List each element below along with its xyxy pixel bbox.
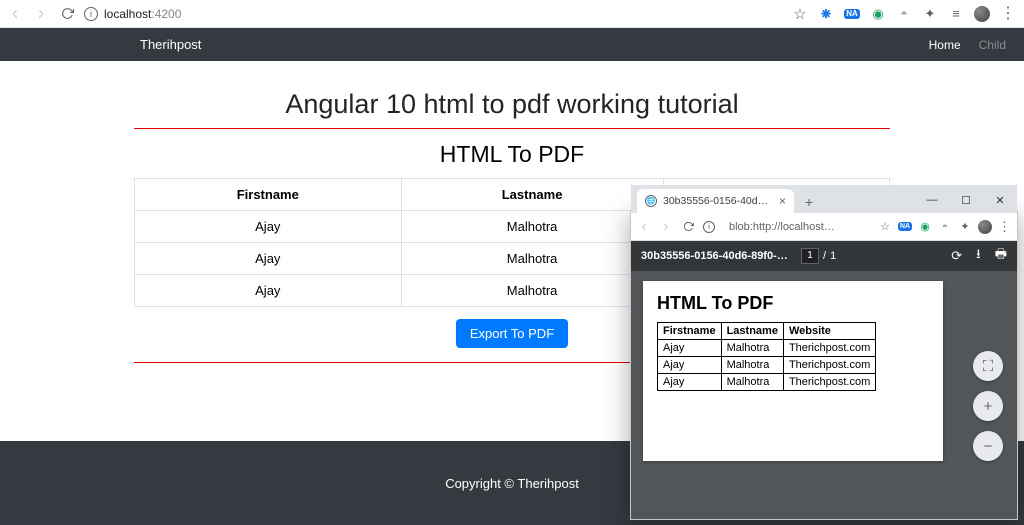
url-host: localhost (104, 7, 151, 21)
rotate-icon[interactable]: ⟳ (951, 248, 962, 264)
reading-list-icon[interactable]: ≡ (948, 6, 964, 22)
pdf-toolbar: 30b35556-0156-40d6-89f0-33d7… 1 / 1 ⟳ ⭳ … (631, 241, 1017, 271)
extension-icon[interactable]: ❋ (818, 6, 834, 22)
window-minimize-button[interactable]: — (915, 187, 949, 213)
back-icon[interactable] (8, 7, 22, 21)
popup-window: 🌐 30b35556-0156-40d6-89f0-33d × + — ☐ ✕ … (630, 210, 1018, 520)
table-row: Ajay Malhotra Therichpost.com (658, 357, 876, 374)
table-row: Ajay Malhotra Therichpost.com (658, 374, 876, 391)
cell: Ajay (135, 275, 402, 307)
pdf-filename: 30b35556-0156-40d6-89f0-33d7… (641, 250, 791, 262)
pdf-viewport[interactable]: HTML To PDF Firstname Lastname Website A… (631, 271, 1017, 519)
popup-tab[interactable]: 🌐 30b35556-0156-40d6-89f0-33d × (637, 189, 794, 213)
cell: Malhotra (401, 243, 663, 275)
print-icon[interactable]: 🖶 (995, 245, 1007, 267)
new-tab-button[interactable]: + (798, 191, 820, 213)
shield-icon[interactable]: ◓ (938, 220, 952, 234)
col-lastname: Lastname (401, 179, 663, 211)
browser-menu-icon[interactable]: ⋮ (1000, 6, 1016, 22)
cell: Malhotra (721, 374, 783, 391)
cell: Malhotra (401, 275, 663, 307)
brand-label[interactable]: Therihpost (140, 37, 201, 52)
popup-tab-title: 30b35556-0156-40d6-89f0-33d (663, 195, 773, 207)
pdf-page-indicator: 1 / 1 (801, 248, 836, 264)
browser-menu-icon[interactable]: ⋮ (998, 220, 1011, 233)
cell: Ajay (658, 374, 722, 391)
pdf-paper: HTML To PDF Firstname Lastname Website A… (643, 281, 943, 461)
nav-link-child[interactable]: Child (979, 38, 1006, 52)
extension-icon-2[interactable]: ◉ (918, 220, 932, 234)
pdf-page-current[interactable]: 1 (801, 248, 819, 264)
site-info-icon[interactable]: i (84, 7, 98, 21)
extension-badge-icon[interactable]: NA (898, 220, 912, 234)
cell: Lastname (721, 323, 783, 340)
page-title: Angular 10 html to pdf working tutorial (70, 89, 954, 120)
window-close-button[interactable]: ✕ (983, 187, 1017, 213)
popup-address-bar: i blob:http://localhost… ☆ NA ◉ ◓ ✦ ⋮ (631, 213, 1017, 241)
browser-toolbar: i localhost:4200 ☆ ❋ NA ◉ ◓ ✦ ≡ ⋮ (0, 0, 1024, 28)
extensions-icon[interactable]: ✦ (922, 6, 938, 22)
cell: Malhotra (721, 357, 783, 374)
profile-avatar[interactable] (974, 6, 990, 22)
col-firstname: Firstname (135, 179, 402, 211)
cell: Malhotra (721, 340, 783, 357)
bookmark-star-icon[interactable]: ☆ (792, 6, 808, 22)
window-maximize-button[interactable]: ☐ (949, 187, 983, 213)
pdf-heading: HTML To PDF (657, 293, 929, 314)
site-info-icon[interactable]: i (703, 221, 715, 233)
cell: Malhotra (401, 211, 663, 243)
forward-icon[interactable] (659, 220, 673, 234)
pdf-page-total: 1 (830, 250, 836, 262)
extension-icon-2[interactable]: ◉ (870, 6, 886, 22)
bookmark-star-icon[interactable]: ☆ (878, 220, 892, 234)
cell: Ajay (658, 357, 722, 374)
forward-icon[interactable] (34, 7, 48, 21)
back-icon[interactable] (637, 220, 651, 234)
extension-badge-icon[interactable]: NA (844, 6, 860, 22)
divider (134, 128, 890, 129)
cell: Therichpost.com (783, 340, 875, 357)
cell: Ajay (135, 243, 402, 275)
pdf-table: Firstname Lastname Website Ajay Malhotra… (657, 322, 876, 391)
cell: Therichpost.com (783, 357, 875, 374)
profile-avatar[interactable] (978, 220, 992, 234)
zoom-out-button[interactable]: − (973, 431, 1003, 461)
cell: Ajay (135, 211, 402, 243)
popup-tabstrip: 🌐 30b35556-0156-40d6-89f0-33d × + — ☐ ✕ (631, 185, 1017, 213)
download-icon[interactable]: ⭳ (976, 245, 981, 267)
pdf-zoom-controls: ⛶ + − (973, 351, 1003, 461)
pdf-page-sep: / (823, 250, 826, 262)
popup-url[interactable]: blob:http://localhost… (729, 221, 870, 233)
page-subtitle: HTML To PDF (70, 141, 954, 168)
app-navbar: Therihpost Home Child (0, 28, 1024, 61)
shield-icon[interactable]: ◓ (896, 6, 912, 22)
zoom-in-button[interactable]: + (973, 391, 1003, 421)
footer-text: Copyright © Therihpost (445, 476, 579, 491)
globe-icon: 🌐 (645, 195, 657, 207)
cell: Website (783, 323, 875, 340)
address-bar[interactable]: i localhost:4200 (84, 7, 782, 21)
url-port: :4200 (151, 7, 181, 21)
table-row: Ajay Malhotra Therichpost.com (658, 340, 876, 357)
cell: Firstname (658, 323, 722, 340)
table-header-row: Firstname Lastname Website (658, 323, 876, 340)
export-pdf-button[interactable]: Export To PDF (456, 319, 568, 348)
extensions-icon[interactable]: ✦ (958, 220, 972, 234)
reload-icon[interactable] (681, 220, 695, 234)
reload-icon[interactable] (60, 7, 74, 21)
fit-page-button[interactable]: ⛶ (973, 351, 1003, 381)
nav-link-home[interactable]: Home (929, 38, 961, 52)
close-tab-icon[interactable]: × (779, 194, 786, 208)
cell: Ajay (658, 340, 722, 357)
cell: Therichpost.com (783, 374, 875, 391)
